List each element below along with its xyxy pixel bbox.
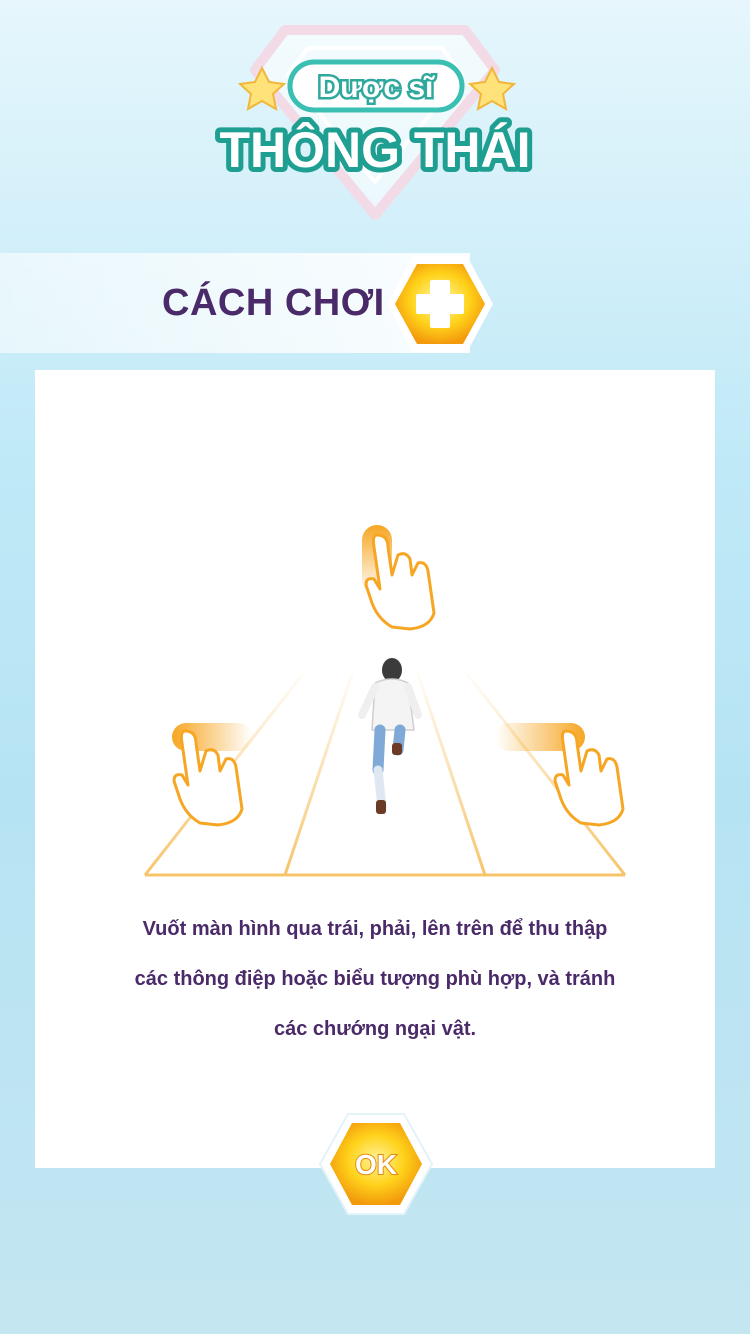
instruction-line-1: Vuốt màn hình qua trái, phải, lên trên đ… [142,918,608,940]
section-title: CÁCH CHƠI [162,282,385,324]
swipe-up-hand-icon [362,525,436,631]
swipe-right-hand-icon [495,723,625,827]
logo-line2: THÔNG THÁI [219,121,530,178]
logo-line1: Dược sĩ [319,71,435,104]
instruction-line-2: các thông điệp hoặc biểu tượng phù hợp, … [134,968,616,990]
instructions-text: Vuốt màn hình qua trái, phải, lên trên đ… [95,904,655,1054]
swipe-illustration [143,525,627,877]
ok-button[interactable]: OK [318,1110,434,1218]
runner-character [358,658,422,814]
instruction-line-3: các chướng ngại vật. [273,1018,477,1040]
swipe-left-hand-icon [172,723,252,827]
game-logo: Dược sĩ THÔNG THÁI [214,25,536,220]
ok-label: OK [355,1149,397,1180]
dpad-icon [387,256,493,352]
